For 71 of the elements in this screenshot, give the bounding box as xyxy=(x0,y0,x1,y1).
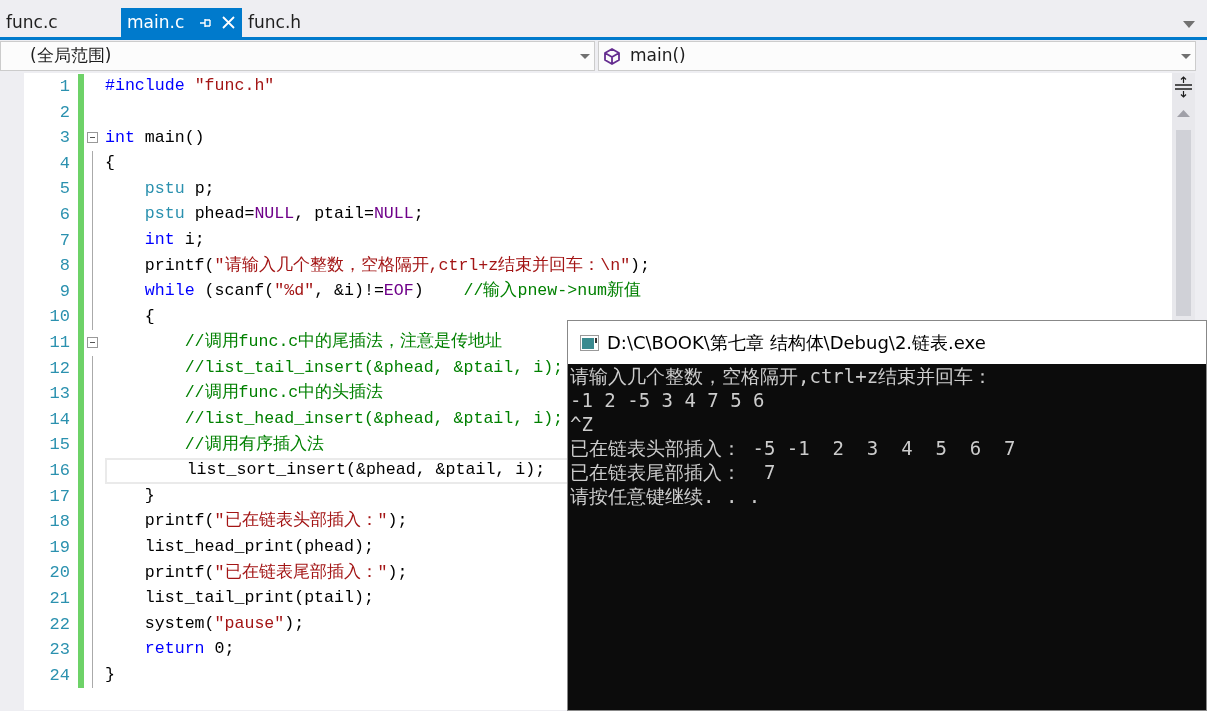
line-number: 18 xyxy=(48,511,71,534)
console-line: -1 2 -5 3 4 7 5 6 xyxy=(569,388,766,412)
line-number: 2 xyxy=(58,101,71,124)
member-dropdown[interactable]: main() xyxy=(598,41,1196,71)
line-number: 11 xyxy=(48,332,71,354)
code-line: list_tail_print(ptail); xyxy=(143,587,374,610)
line-number: 17 xyxy=(48,485,71,508)
line-number: 13 xyxy=(48,383,71,406)
code-line: return 0; xyxy=(143,638,235,661)
code-line: pstu phead=NULL, ptail=NULL; xyxy=(143,203,424,226)
code-line: list_sort_insert(&phead, &ptail, i); xyxy=(185,459,546,482)
code-line: //调用func.c中的尾插法，注意是传地址 xyxy=(183,331,503,354)
console-line: 请按任意键继续. . . xyxy=(569,484,762,508)
line-number: 19 xyxy=(48,536,71,559)
line-number: 15 xyxy=(48,434,71,457)
line-number: 6 xyxy=(58,204,71,226)
code-line: int main() xyxy=(105,126,205,149)
pin-icon[interactable] xyxy=(200,17,213,28)
code-line: int i; xyxy=(143,228,205,251)
line-number: 23 xyxy=(48,639,71,662)
scope-dropdown[interactable]: (全局范围) xyxy=(0,41,595,71)
line-number: 8 xyxy=(58,255,71,278)
code-line: list_head_print(phead); xyxy=(143,536,374,559)
console-app-icon xyxy=(580,334,599,351)
line-number: 3 xyxy=(58,127,71,150)
collapse-icon[interactable] xyxy=(87,132,98,144)
code-line: //调用func.c中的头插法 xyxy=(183,382,384,405)
dropdown-arrow-icon[interactable] xyxy=(1183,21,1195,28)
line-number: 20 xyxy=(48,562,71,585)
dropdown-arrow-icon[interactable] xyxy=(1181,53,1191,59)
code-line: pstu p; xyxy=(143,177,215,200)
line-number: 9 xyxy=(58,280,71,303)
window-title: D:\C\BOOK\第七章 结构体\Debug\2.链表.exe xyxy=(607,331,986,355)
code-line: printf("已在链表头部插入："); xyxy=(143,510,408,533)
line-number: 24 xyxy=(48,664,71,687)
line-number: 16 xyxy=(48,459,71,482)
console-line: 请输入几个整数，空格隔开,ctrl+z结束并回车： xyxy=(569,364,994,388)
code-line: printf("请输入几个整数，空格隔开,ctrl+z结束并回车：\n"); xyxy=(143,254,650,277)
line-number: 10 xyxy=(48,306,71,329)
scroll-up-icon xyxy=(1177,110,1190,118)
cube-icon xyxy=(604,47,620,65)
scrollbar[interactable] xyxy=(1172,73,1195,316)
splitter-icon xyxy=(1175,76,1192,98)
console-line: 已在链表尾部插入： 7 xyxy=(569,460,777,484)
code-line: //list_head_insert(&phead, &ptail, i); xyxy=(183,408,564,431)
code-line: //list_tail_insert(&phead, &ptail, i); xyxy=(183,356,564,379)
code-line: //调用有序插入法 xyxy=(183,433,324,456)
line-number: 1 xyxy=(58,76,71,99)
code-line: { xyxy=(105,152,115,175)
code-line: { xyxy=(143,305,155,328)
line-number: 12 xyxy=(48,357,71,380)
file-tab[interactable]: func.c xyxy=(0,8,121,37)
collapse-icon[interactable] xyxy=(87,336,98,348)
code-line: system("pause"); xyxy=(143,612,305,635)
console-line: 已在链表头部插入： -5 -1 2 3 4 5 6 7 xyxy=(569,436,1017,460)
line-number: 4 xyxy=(58,152,71,175)
code-line: } xyxy=(143,484,155,507)
code-line: printf("已在链表尾部插入："); xyxy=(143,561,408,584)
close-icon[interactable] xyxy=(222,16,236,29)
code-line: while (scanf("%d", &i)!=EOF) //输入pnew->num新值 xyxy=(143,280,642,303)
line-number: 22 xyxy=(48,613,71,636)
line-number: 7 xyxy=(58,229,71,252)
file-tab[interactable]: func.h xyxy=(242,8,363,37)
file-tab[interactable]: main.c xyxy=(121,8,242,37)
console-line: ^Z xyxy=(569,412,594,436)
code-line: #include "func.h" xyxy=(105,75,275,98)
line-number: 14 xyxy=(48,408,71,431)
dropdown-arrow-icon[interactable] xyxy=(580,53,590,59)
line-number: 21 xyxy=(48,587,71,610)
code-line: } xyxy=(105,664,115,686)
line-number: 5 xyxy=(58,178,71,201)
